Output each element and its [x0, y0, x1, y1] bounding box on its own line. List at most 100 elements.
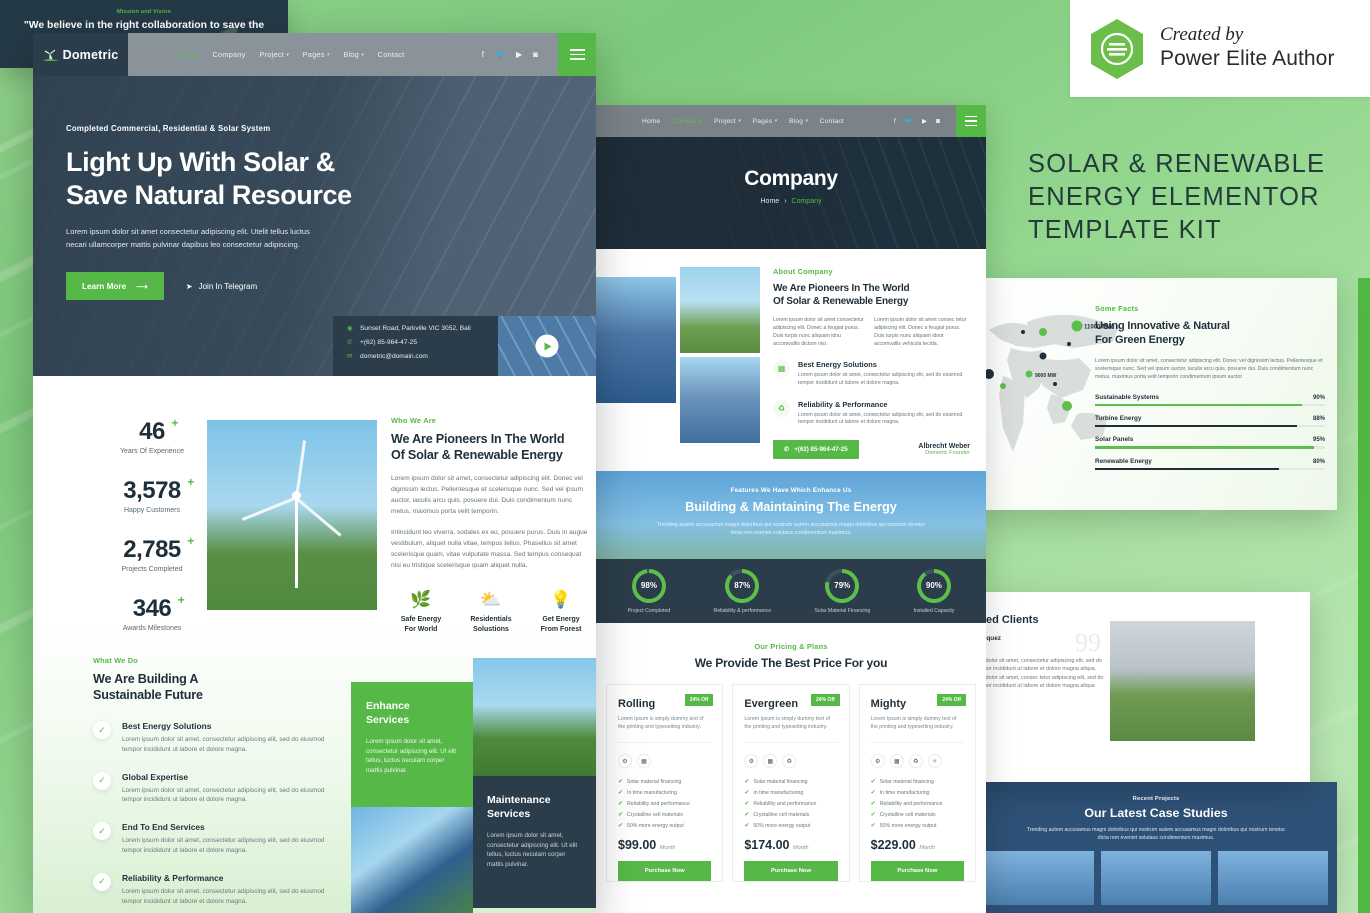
nav-item-project[interactable]: Project ▾: [714, 118, 741, 125]
plan-feature: ✔ In time manufacturing: [870, 789, 930, 797]
whatwedo-title: We Are Building A Sustainable Future: [93, 672, 203, 702]
nav-item-company[interactable]: Company: [213, 50, 246, 59]
about-eyebrow: About Company: [773, 267, 833, 276]
check-circle-icon: ✔: [744, 823, 750, 829]
nav-item-home[interactable]: Home: [642, 118, 660, 125]
pricing-card[interactable]: 24% Off Rolling Lorem Ipsum is simply du…: [606, 684, 724, 882]
wind-turbine-photo: [207, 420, 377, 610]
purchase-now-button[interactable]: Purchase Now: [744, 861, 838, 881]
youtube-icon[interactable]: ▶: [516, 50, 522, 59]
nav-item-blog[interactable]: Blog ▾: [789, 118, 808, 125]
power-elite-author-badge: Created by Power Elite Author: [1070, 0, 1370, 97]
enhance-title-1: Enhance: [366, 700, 410, 712]
about-col-2: Lorem ipsum dolor sit amet consec tetur …: [874, 317, 967, 347]
recycle-icon: ♻: [908, 754, 923, 768]
brand-logo[interactable]: Dometric: [33, 33, 128, 76]
contact-phone-row[interactable]: ✆ +(62) 85-964-47-25: [347, 338, 498, 347]
chevron-down-icon: ▾: [326, 51, 330, 58]
nav-item-pages[interactable]: Pages ▾: [303, 50, 330, 59]
home-hero: Completed Commercial, Residential & Sola…: [33, 76, 596, 376]
progress-bar-label: Sustainable Systems: [1095, 394, 1159, 401]
what-we-do-section: What We Do We Are Building A Sustainable …: [93, 656, 343, 913]
nav-item-pages[interactable]: Pages ▾: [753, 118, 777, 125]
chevron-down-icon: ▾: [805, 118, 808, 124]
plan-feature: ✔ Solar material financing: [870, 778, 934, 786]
twitter-icon[interactable]: 🐦: [905, 117, 913, 125]
check-mark-icon: ✓: [93, 822, 111, 841]
enhance-desc: Lorem ipsum dolor sit amet, consectetur …: [366, 738, 457, 774]
wind-turbines-photo: [680, 267, 760, 353]
bulb-plant-icon: 💡: [550, 590, 572, 609]
instagram-icon[interactable]: ◙: [533, 50, 538, 59]
home-page-preview: Dometric Home Company Project ▾ Pages ▾ Bl…: [33, 33, 596, 913]
who-feature-label-1: Residentials: [470, 616, 512, 623]
plan-features: ✔ Solar material financing ✔ In time manuf…: [618, 778, 711, 830]
who-feature: 🌿 Safe Energy For World: [391, 591, 451, 634]
about-title: We Are Pioneers In The World Of Solar & R…: [773, 283, 910, 307]
breadcrumb-home[interactable]: Home: [761, 198, 780, 205]
stats-rings: 98% Project Completed 87% Reliability & …: [596, 559, 986, 623]
youtube-icon[interactable]: ▶: [922, 117, 927, 125]
progress-ring-item: 90% Installed Capacity: [913, 568, 954, 614]
progress-ring-label: Reliability & performance: [713, 607, 772, 614]
check-circle-icon: ✔: [744, 790, 750, 796]
nav-item-project[interactable]: Project ▾: [260, 50, 289, 59]
list-item-title: Best Energy Solutions: [122, 721, 212, 731]
facts-paragraph: Lorem ipsum dolor sit amet, consectetur …: [1095, 358, 1323, 380]
check-circle-icon: ✔: [744, 812, 750, 818]
hamburger-menu-icon[interactable]: [956, 105, 986, 137]
join-telegram-link[interactable]: ➤ Join In Telegram: [186, 282, 257, 291]
chevron-down-icon: ▾: [360, 51, 364, 58]
call-now-button[interactable]: ✆ +(62) 85-964-47-25: [773, 440, 859, 460]
progress-bar-label: Renewable Energy: [1095, 457, 1152, 465]
hamburger-menu-icon[interactable]: [558, 33, 596, 76]
who-feature-label-1: Get Energy: [542, 616, 580, 623]
facebook-icon[interactable]: f: [482, 50, 484, 59]
plan-features: ✔ Solar material financing ✔ In time manuf…: [870, 778, 964, 830]
join-telegram-label: Join In Telegram: [198, 281, 258, 291]
pricing-card[interactable]: 24% Off Evergreen Lorem Ipsum is simply …: [732, 684, 850, 882]
twitter-icon[interactable]: 🐦: [495, 50, 505, 59]
cases-eyebrow: Recent Projects: [1132, 796, 1180, 802]
learn-more-button[interactable]: Learn More ⟶: [66, 272, 164, 300]
contact-email-row[interactable]: ✉ dometric@domain.com: [347, 352, 498, 361]
play-button-icon[interactable]: [535, 334, 559, 358]
breadcrumb: Home › Company: [596, 198, 986, 205]
call-now-label: +(62) 85-964-47-25: [794, 446, 848, 454]
maintenance-services-card[interactable]: Maintenance Services Lorem ipsum dolor si…: [473, 776, 596, 908]
nav-item-company[interactable]: Company: [672, 118, 702, 125]
facebook-icon[interactable]: f: [894, 118, 896, 125]
facts-content: Some Facts Using Innovative & Natural For…: [1095, 304, 1325, 479]
case-thumbnail[interactable]: [984, 851, 1094, 906]
progress-bar-item: Renewable Energy 80%: [1095, 458, 1325, 470]
check-circle-icon: ✔: [618, 779, 624, 785]
cases-paragraph: Trending autem accusamus magni doloribus…: [1026, 827, 1286, 842]
case-thumbnail[interactable]: [1218, 851, 1328, 906]
nav-item-contact[interactable]: Contact: [820, 118, 844, 125]
who-title: We Are Pioneers In The World Of Solar & R…: [391, 432, 565, 462]
social-links: f 🐦 ▶ ◙: [894, 117, 940, 126]
mountain-photo: [596, 277, 676, 403]
stat-value: 2,785: [123, 536, 181, 563]
list-item-desc: Lorem ipsum dolor sit amet, consectetur …: [122, 786, 325, 804]
nav-item-contact[interactable]: Contact: [378, 50, 405, 59]
progress-bar-value: 88%: [1312, 416, 1325, 423]
nav-item-home[interactable]: Home: [178, 50, 199, 59]
plan-icons: ⚙ ▦: [618, 742, 712, 768]
purchase-now-button[interactable]: Purchase Now: [618, 861, 712, 881]
pricing-card[interactable]: 24% Off Mighty Lorem Ipsum is simply dum…: [858, 684, 976, 882]
plan-feature: ✔ 50% more energy output: [744, 822, 811, 830]
about-feature-title: Best Energy Solutions: [798, 360, 877, 369]
check-mark-icon: ✓: [93, 771, 111, 790]
case-thumbnail[interactable]: [1101, 851, 1211, 906]
nav-item-blog[interactable]: Blog ▾: [343, 50, 363, 59]
plan-feature: ✔ In time manufacturing: [744, 789, 804, 797]
breadcrumb-separator: ›: [784, 198, 787, 205]
progress-ring: 98%: [631, 568, 666, 603]
instagram-icon[interactable]: ◙: [936, 118, 940, 125]
purchase-now-button[interactable]: Purchase Now: [870, 861, 964, 881]
founder-name: Albrecht Weber: [918, 443, 970, 451]
skill-bars: Sustainable Systems 90% Turbine Energy 88%…: [1095, 394, 1325, 470]
enhance-services-card[interactable]: Enhance Services Lorem ipsum dolor sit am…: [351, 682, 473, 807]
cases-title: Our Latest Case Studies: [1084, 806, 1228, 820]
